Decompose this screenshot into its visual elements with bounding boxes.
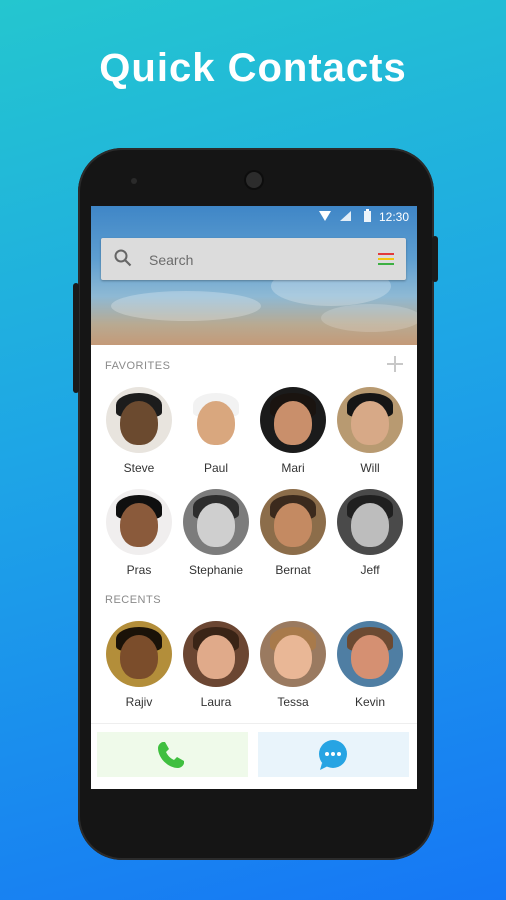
proximity-sensor xyxy=(131,178,137,184)
contact-paul[interactable]: Paul xyxy=(178,387,254,475)
avatar[interactable] xyxy=(337,621,403,687)
avatar[interactable] xyxy=(106,621,172,687)
contact-name: Mari xyxy=(281,461,305,475)
favorites-label: FAVORITES xyxy=(105,360,171,372)
contact-stephanie[interactable]: Stephanie xyxy=(178,489,254,577)
contact-kevin[interactable]: Kevin xyxy=(332,621,408,709)
battery-icon xyxy=(364,209,371,222)
search-icon[interactable] xyxy=(114,249,132,267)
phone-icon xyxy=(158,742,184,768)
contact-name: Kevin xyxy=(354,695,386,709)
contact-will[interactable]: Will xyxy=(332,387,408,475)
contact-rajiv[interactable]: Rajiv xyxy=(101,621,177,709)
status-time: 12:30 xyxy=(378,210,409,224)
status-bar: 12:30 xyxy=(91,206,417,228)
message-button[interactable] xyxy=(258,732,409,777)
avatar[interactable] xyxy=(183,387,249,453)
contact-name: Paul xyxy=(203,461,229,475)
wifi-icon xyxy=(319,211,331,221)
contact-name: Jeff xyxy=(360,563,380,577)
front-camera xyxy=(246,172,262,188)
contact-steve[interactable]: Steve xyxy=(101,387,177,475)
avatar[interactable] xyxy=(260,621,326,687)
contact-name: Bernat xyxy=(275,563,311,577)
contact-name: Laura xyxy=(200,695,232,709)
avatar[interactable] xyxy=(260,489,326,555)
search-bar[interactable] xyxy=(101,238,406,280)
call-button[interactable] xyxy=(97,732,248,777)
recents-label: RECENTS xyxy=(105,594,162,606)
action-bar xyxy=(91,723,417,789)
contact-tessa[interactable]: Tessa xyxy=(255,621,331,709)
menu-icon[interactable] xyxy=(378,253,394,268)
phone-screen: 12:30 FAVORITES Steve Paul Mari Will Pras Ste… xyxy=(91,206,417,789)
contact-name: Tessa xyxy=(277,695,309,709)
volume-button xyxy=(73,283,79,393)
avatar[interactable] xyxy=(337,489,403,555)
avatar[interactable] xyxy=(183,489,249,555)
contact-name: Pras xyxy=(126,563,152,577)
contact-pras[interactable]: Pras xyxy=(101,489,177,577)
avatar[interactable] xyxy=(183,621,249,687)
avatar[interactable] xyxy=(106,489,172,555)
chat-bubble-icon xyxy=(319,740,347,770)
avatar[interactable] xyxy=(260,387,326,453)
power-button xyxy=(432,236,438,282)
signal-icon xyxy=(340,211,351,221)
contact-mari[interactable]: Mari xyxy=(255,387,331,475)
avatar[interactable] xyxy=(337,387,403,453)
contact-name: Rajiv xyxy=(125,695,153,709)
contact-bernat[interactable]: Bernat xyxy=(255,489,331,577)
contact-jeff[interactable]: Jeff xyxy=(332,489,408,577)
contact-name: Stephanie xyxy=(188,563,244,577)
headline: Quick Contacts xyxy=(99,46,407,90)
contact-name: Steve xyxy=(123,461,155,475)
avatar[interactable] xyxy=(106,387,172,453)
contact-name: Will xyxy=(360,461,380,475)
add-icon[interactable] xyxy=(387,356,403,372)
contact-laura[interactable]: Laura xyxy=(178,621,254,709)
search-input[interactable] xyxy=(147,248,351,272)
